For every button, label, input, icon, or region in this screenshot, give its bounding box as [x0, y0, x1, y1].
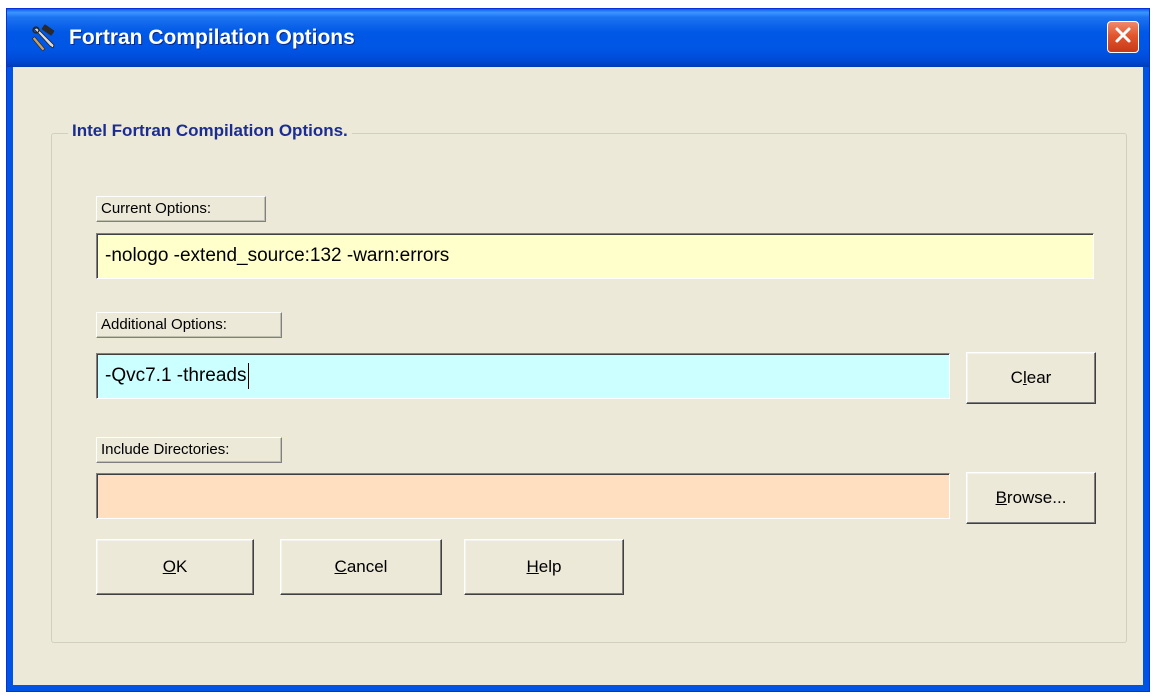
dialog-window: Fortran Compilation Options Intel Fortra… — [6, 8, 1150, 692]
include-directories-label: Include Directories: — [96, 437, 282, 463]
include-directories-field[interactable] — [96, 473, 950, 519]
current-options-label: Current Options: — [96, 196, 266, 222]
close-icon — [1114, 26, 1132, 49]
cancel-button[interactable]: Cancel — [280, 539, 442, 595]
additional-options-label: Additional Options: — [96, 312, 282, 338]
current-options-field[interactable]: -nologo -extend_source:132 -warn:errors — [96, 233, 1094, 279]
close-button[interactable] — [1107, 21, 1139, 53]
ok-button-label: OK — [162, 557, 188, 576]
browse-button-label: Browse... — [995, 488, 1067, 507]
tools-icon — [29, 23, 59, 53]
compilation-options-group: Intel Fortran Compilation Options. Curre… — [51, 121, 1127, 643]
title-bar[interactable]: Fortran Compilation Options — [7, 9, 1149, 67]
browse-button[interactable]: Browse... — [966, 472, 1096, 524]
window-title: Fortran Compilation Options — [69, 26, 355, 49]
help-button-label: Help — [526, 557, 562, 576]
additional-options-value: -Qvc7.1 -threads — [105, 365, 247, 386]
clear-button-label: Clear — [1010, 368, 1052, 387]
current-options-value: -nologo -extend_source:132 -warn:errors — [105, 245, 450, 266]
clear-button[interactable]: Clear — [966, 352, 1096, 404]
ok-button[interactable]: OK — [96, 539, 254, 595]
additional-options-field[interactable]: -Qvc7.1 -threads — [96, 353, 950, 399]
group-title: Intel Fortran Compilation Options. — [68, 121, 352, 141]
text-caret — [247, 363, 249, 389]
cancel-button-label: Cancel — [334, 557, 388, 576]
help-button[interactable]: Help — [464, 539, 624, 595]
